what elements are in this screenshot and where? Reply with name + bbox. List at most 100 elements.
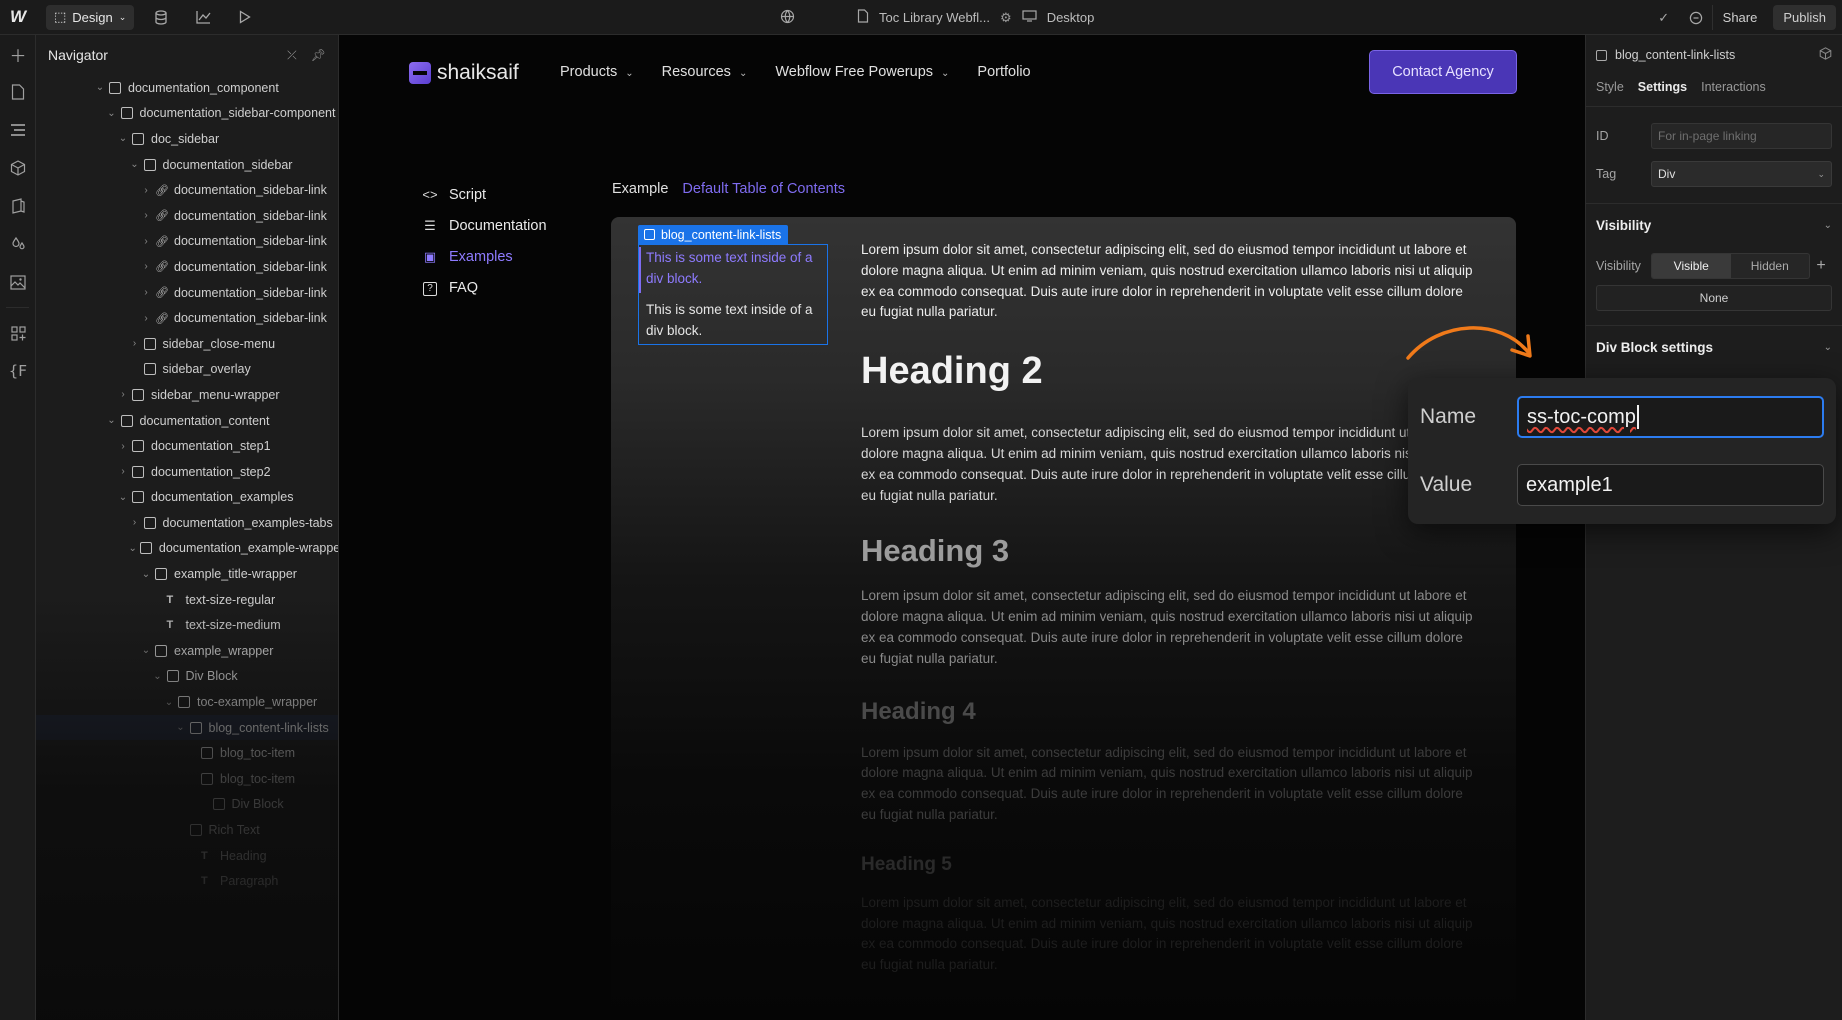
chevron-right-icon[interactable]: › [140,236,152,247]
pin-icon[interactable]: 📌︎ [311,48,326,63]
visibility-section-header[interactable]: Visibility ⌄ [1586,203,1842,247]
site-brand[interactable]: shaiksaif [409,61,519,85]
chevron-right-icon[interactable]: › [140,185,152,196]
navigator-row[interactable]: ⌄ documentation_content [36,408,338,434]
navigator-row[interactable]: T Paragraph [36,868,338,894]
attribute-value-input[interactable]: example1 [1517,464,1824,506]
analytics-icon[interactable] [182,0,224,35]
navigator-row[interactable]: › 🔗︎ documentation_sidebar-link [36,280,338,306]
chevron-down-icon[interactable]: ⌄ [175,722,187,733]
navigator-row[interactable]: Ttext-size-regular [36,587,338,613]
chevron-right-icon[interactable]: › [117,389,129,400]
navigator-row[interactable]: › documentation_step1 [36,433,338,459]
site-nav-link[interactable]: Products ⌄ [560,64,634,80]
share-button[interactable]: Share [1711,5,1768,30]
assets-image-icon[interactable] [0,263,36,301]
design-mode-button[interactable]: ⬚ Design ⌄ [46,4,135,30]
breakpoint-desktop-icon[interactable] [1022,10,1037,25]
navigator-row[interactable]: › 🔗︎ documentation_sidebar-link [36,177,338,203]
breakpoint-label[interactable]: Desktop [1047,10,1095,25]
navigator-row[interactable]: › sidebar_menu-wrapper [36,382,338,408]
visible-option[interactable]: Visible [1652,254,1731,278]
navigator-row[interactable]: › sidebar_close-menu [36,331,338,357]
site-nav-link[interactable]: Webflow Free Powerups ⌄ [775,64,949,80]
tab-style[interactable]: Style [1596,80,1624,94]
navigator-row[interactable]: ⌄ documentation_examples [36,485,338,511]
components-icon[interactable] [0,149,36,187]
tag-select[interactable]: Div ⌄ [1651,161,1832,187]
toc-link-active[interactable]: This is some text inside of a div block. [646,248,818,289]
navigator-row[interactable]: ⌄ documentation_sidebar-component [36,101,338,127]
navigator-icon[interactable] [0,111,36,149]
checkmark-icon[interactable]: ✓ [1648,0,1680,35]
chevron-down-icon[interactable]: ⌄ [163,697,175,708]
chevron-down-icon[interactable]: ⌄ [140,569,152,580]
navigator-row[interactable]: ⌄ example_wrapper [36,638,338,664]
navigator-row[interactable]: Div Block [36,792,338,818]
chevron-down-icon[interactable]: ⌄ [94,82,106,93]
navigator-row[interactable]: ⌄ blog_content-link-lists [36,714,338,741]
navigator-row[interactable]: ⌄ Div Block [36,664,338,690]
hidden-option[interactable]: Hidden [1731,254,1810,278]
variables-drops-icon[interactable] [0,225,36,263]
chevron-right-icon[interactable]: › [117,441,129,452]
id-input[interactable]: For in-page linking [1651,123,1832,149]
chevron-down-icon[interactable]: ⌄ [152,671,164,682]
tab-interactions[interactable]: Interactions [1701,80,1766,94]
publish-button[interactable]: Publish [1773,5,1836,30]
component-cube-icon[interactable] [1819,47,1832,63]
site-nav-link[interactable]: Portfolio [977,64,1030,80]
globe-icon[interactable] [780,9,795,27]
cms-database-icon[interactable] [140,0,182,35]
add-condition-icon[interactable]: + [1810,257,1832,275]
pages-icon[interactable] [0,73,36,111]
comments-icon[interactable] [1680,0,1712,35]
contact-agency-button[interactable]: Contact Agency [1369,50,1517,94]
navigator-row[interactable]: › documentation_step2 [36,459,338,485]
page-selector[interactable]: Toc Library Webfl... [879,10,990,25]
navigator-row[interactable]: ⌄ doc_sidebar [36,126,338,152]
site-nav-link[interactable]: Resources ⌄ [662,64,748,80]
chevron-down-icon[interactable]: ⌄ [140,645,152,656]
design-canvas[interactable]: shaiksaif Products ⌄ Resources ⌄ Webflow Fre… [339,35,1585,1020]
apps-icon[interactable] [0,314,36,352]
navigator-row[interactable]: blog_toc-item [36,740,338,766]
navigator-row[interactable]: ⌄ documentation_example-wrapper [36,536,339,562]
code-braces-icon[interactable]: {F [0,352,36,390]
collapse-all-icon[interactable]: ⤫ [287,48,297,63]
navigator-row[interactable]: blog_toc-item [36,766,338,792]
navigator-row[interactable]: Rich Text [36,817,338,843]
doc-menu-item[interactable]: ☰ Documentation [421,210,546,241]
navigator-row[interactable]: ⌄ documentation_sidebar [36,152,338,178]
navigator-row[interactable]: › 🔗︎ documentation_sidebar-link [36,305,338,331]
navigator-row[interactable]: T Heading [36,843,338,869]
chevron-right-icon[interactable]: › [140,287,152,298]
navigator-row[interactable]: › 🔗︎ documentation_sidebar-link [36,229,338,255]
add-elements-icon[interactable]: ＋ [0,35,36,73]
chevron-right-icon[interactable]: › [140,210,152,221]
chevron-right-icon[interactable]: › [140,261,152,272]
page-settings-gear-icon[interactable]: ⚙ [1000,10,1012,26]
doc-menu-item[interactable]: ? FAQ [421,272,547,303]
style-selectors-icon[interactable] [0,187,36,225]
navigator-row[interactable]: › documentation_examples-tabs [36,510,338,536]
toc-link[interactable]: This is some text inside of a div block. [646,300,818,341]
navigator-row[interactable]: › 🔗︎ documentation_sidebar-link [36,254,338,280]
navigator-row[interactable]: ⌄ toc-example_wrapper [36,689,338,715]
chevron-right-icon[interactable]: › [117,466,129,477]
doc-menu-item[interactable]: <> Script [421,179,547,210]
navigator-row[interactable]: ⌄ example_title-wrapper [36,561,338,587]
navigator-row[interactable]: sidebar_overlay [36,357,338,383]
chevron-down-icon[interactable]: ⌄ [117,133,129,144]
chevron-right-icon[interactable]: › [140,313,152,324]
div-block-settings-header[interactable]: Div Block settings ⌄ [1586,325,1842,369]
preview-play-icon[interactable] [224,0,266,35]
chevron-right-icon[interactable]: › [129,517,141,528]
chevron-down-icon[interactable]: ⌄ [129,159,141,170]
tab-settings[interactable]: Settings [1638,80,1687,94]
navigator-row[interactable]: › 🔗︎ documentation_sidebar-link [36,203,338,229]
chevron-right-icon[interactable]: › [129,338,141,349]
tab-default-table-of-contents[interactable]: Default Table of Contents [682,181,845,197]
navigator-row[interactable]: ⌄ documentation_component [36,75,338,101]
attribute-name-input[interactable]: ss-toc-comp [1517,396,1824,438]
